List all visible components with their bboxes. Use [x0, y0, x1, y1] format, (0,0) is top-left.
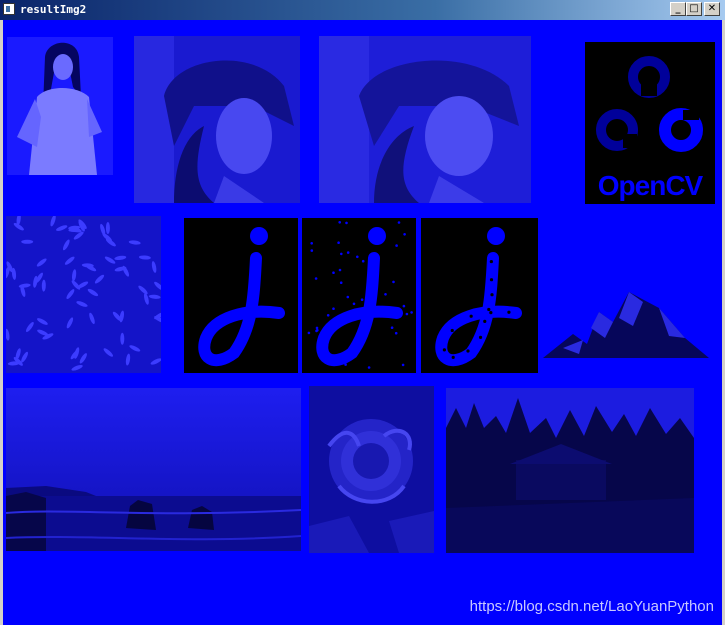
image-canvas: OpenCV https://blog.csdn.net/LaoYuanPyth… [3, 20, 722, 625]
opencv-logo-image: OpenCV [585, 42, 715, 204]
letter-j-noise-image [302, 218, 416, 373]
lena-image-1 [134, 36, 300, 203]
flower-image [309, 386, 434, 553]
maximize-button[interactable]: □ [686, 2, 702, 16]
seascape-image [6, 388, 301, 551]
watermark-text: https://blog.csdn.net/LaoYuanPython [469, 598, 714, 615]
woman-portrait-image [7, 37, 113, 175]
letter-j-image-1 [184, 218, 298, 373]
minimize-button[interactable]: _ [670, 2, 686, 16]
opencv-logo-text: OpenCV [597, 170, 703, 201]
mountain-icon-image [539, 288, 713, 364]
opencv-rings-icon [596, 56, 703, 152]
app-icon[interactable] [3, 3, 15, 15]
rice-grains-image [6, 216, 161, 373]
forest-house-image [446, 388, 694, 553]
close-button[interactable]: ✕ [704, 2, 720, 16]
lena-image-2 [319, 36, 531, 203]
window-title: resultImg2 [20, 3, 87, 16]
title-bar[interactable]: resultImg2 _ □ ✕ [0, 0, 725, 20]
letter-j-holes-image [421, 218, 538, 373]
